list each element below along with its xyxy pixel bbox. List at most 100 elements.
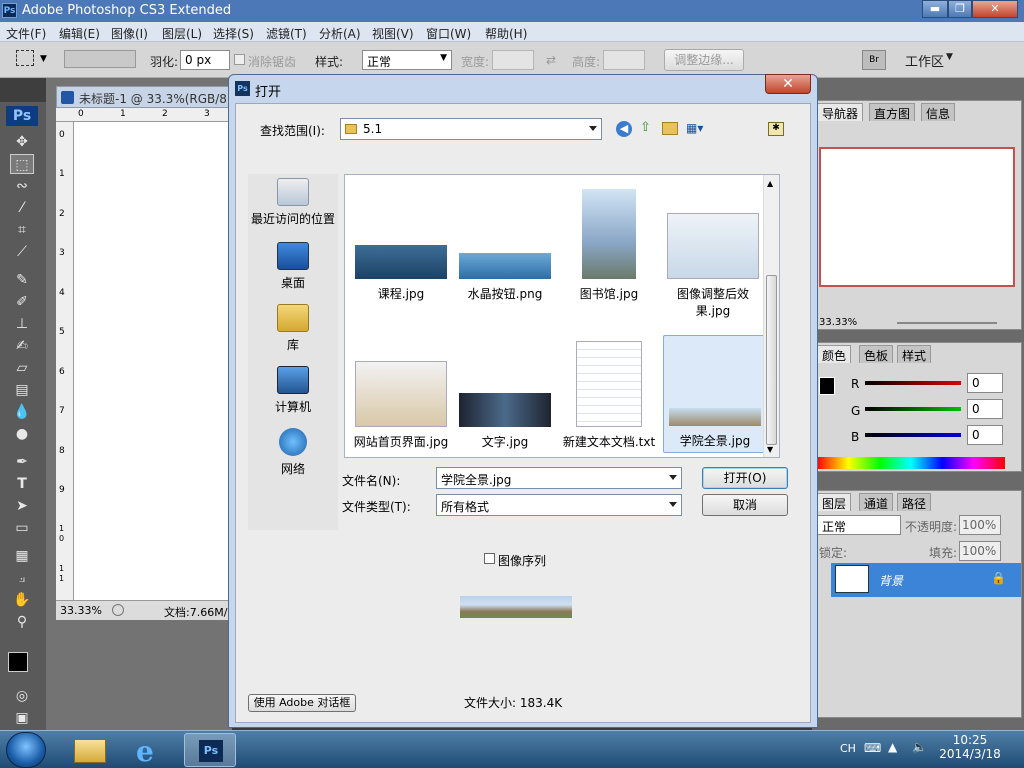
place-desktop[interactable]: 桌面	[248, 242, 338, 291]
blend-mode-select[interactable]: 正常	[817, 515, 901, 535]
color-spectrum[interactable]	[817, 457, 1005, 469]
marquee-tool-icon[interactable]: ⬚	[10, 154, 34, 174]
image-sequence-checkbox[interactable]	[484, 553, 495, 564]
channel-g-input[interactable]: 0	[967, 399, 1003, 419]
close-button[interactable]: ✕	[972, 0, 1018, 18]
refine-edge-button[interactable]: 调整边缘...	[664, 49, 744, 71]
layer-row[interactable]: 背景 🔒	[831, 563, 1021, 597]
tab-color[interactable]: 颜色	[817, 345, 852, 363]
channel-b-input[interactable]: 0	[967, 425, 1003, 445]
tab-channels[interactable]: 通道	[859, 493, 894, 511]
language-indicator[interactable]: CH	[840, 742, 856, 755]
chevron-down-icon[interactable]: ▼	[40, 54, 47, 64]
scroll-down-icon[interactable]: ▼	[767, 445, 773, 454]
zoom-tool-icon[interactable]: ⚲	[10, 612, 34, 632]
file-item[interactable]: 课程.jpg	[349, 245, 453, 302]
navigator-zoom[interactable]: 33.33%	[819, 317, 857, 328]
tab-histogram[interactable]: 直方图	[869, 103, 916, 121]
menu-layer[interactable]: 图层(L)	[162, 25, 202, 42]
antialias-checkbox[interactable]	[234, 54, 245, 65]
channel-r-slider[interactable]	[865, 381, 961, 385]
explorer-taskbar-icon[interactable]	[64, 733, 116, 767]
status-menu-icon[interactable]	[112, 604, 124, 616]
stamp-tool-icon[interactable]: ⊥	[10, 314, 34, 334]
lasso-tool-icon[interactable]: ∾	[10, 176, 34, 196]
selection-mode-icons[interactable]	[64, 50, 136, 68]
pen-tool-icon[interactable]: ✒	[10, 452, 34, 472]
look-in-select[interactable]: 5.1	[340, 118, 602, 140]
style-select[interactable]: 正常 ▼	[362, 50, 452, 70]
file-item[interactable]: 图像调整后效果.jpg	[661, 213, 765, 319]
open-button[interactable]: 打开(O)	[702, 467, 788, 489]
bridge-icon[interactable]: Br	[862, 50, 886, 70]
tab-paths[interactable]: 路径	[897, 493, 932, 511]
menu-analysis[interactable]: 分析(A)	[319, 25, 361, 42]
menu-image[interactable]: 图像(I)	[111, 25, 148, 42]
opacity-input[interactable]: 100%	[959, 515, 1001, 535]
workspace-button[interactable]: 工作区	[905, 51, 944, 70]
keyboard-icon[interactable]: ⌨	[864, 741, 881, 755]
clock[interactable]: 10:25 2014/3/18	[930, 733, 1010, 761]
crop-tool-icon[interactable]: ⌗	[10, 220, 34, 240]
tab-swatches[interactable]: 色板	[859, 345, 894, 363]
file-item[interactable]: 新建文本文档.txt	[557, 341, 661, 450]
tab-layers[interactable]: 图层	[817, 493, 852, 511]
filetype-select[interactable]: 所有格式	[436, 494, 682, 516]
tray-arrow-icon[interactable]: ▲	[888, 740, 897, 754]
tab-navigator[interactable]: 导航器	[817, 103, 864, 121]
restore-button[interactable]: ❐	[948, 0, 972, 18]
foreground-swatch[interactable]	[819, 377, 835, 395]
magic-wand-icon[interactable]: ⁄	[10, 198, 34, 218]
menu-select[interactable]: 选择(S)	[213, 25, 254, 42]
cancel-button[interactable]: 取消	[702, 494, 788, 516]
up-folder-icon[interactable]: ⇧	[640, 120, 656, 136]
dodge-tool-icon[interactable]: ●	[10, 424, 34, 444]
width-input[interactable]	[492, 50, 534, 70]
zoom-level[interactable]: 33.33%	[60, 604, 102, 617]
path-select-icon[interactable]: ➤	[10, 496, 34, 516]
place-recent[interactable]: 最近访问的位置	[248, 178, 338, 227]
file-item[interactable]: 图书馆.jpg	[557, 189, 661, 302]
channel-b-slider[interactable]	[865, 433, 961, 437]
history-brush-icon[interactable]: ✍	[10, 336, 34, 356]
channel-g-slider[interactable]	[865, 407, 961, 411]
start-button[interactable]	[6, 732, 46, 768]
height-input[interactable]	[603, 50, 645, 70]
place-computer[interactable]: 计算机	[248, 366, 338, 415]
menu-help[interactable]: 帮助(H)	[485, 25, 527, 42]
fill-input[interactable]: 100%	[959, 541, 1001, 561]
shape-tool-icon[interactable]: ▭	[10, 518, 34, 538]
adobe-dialog-button[interactable]: 使用 Adobe 对话框	[248, 694, 356, 712]
swap-icon[interactable]: ⇄	[546, 53, 556, 67]
menu-edit[interactable]: 编辑(E)	[59, 25, 100, 42]
menu-window[interactable]: 窗口(W)	[426, 25, 471, 42]
menu-filter[interactable]: 滤镜(T)	[266, 25, 307, 42]
quick-mask-icon[interactable]: ◎	[10, 686, 34, 706]
channel-r-input[interactable]: 0	[967, 373, 1003, 393]
notes-tool-icon[interactable]: ▦	[10, 546, 34, 566]
file-item[interactable]: 网站首页界面.jpg	[349, 361, 453, 450]
back-icon[interactable]: ◀	[616, 121, 632, 137]
eraser-tool-icon[interactable]: ▱	[10, 358, 34, 378]
healing-brush-icon[interactable]: ✎	[10, 270, 34, 290]
type-tool-icon[interactable]: T	[10, 474, 34, 494]
favorites-icon[interactable]: ✱	[768, 122, 784, 136]
gradient-tool-icon[interactable]: ▤	[10, 380, 34, 400]
navigator-preview[interactable]	[819, 147, 1015, 287]
volume-icon[interactable]: 🔈	[912, 740, 927, 754]
hand-tool-icon[interactable]: ✋	[10, 590, 34, 610]
canvas[interactable]	[74, 122, 236, 602]
ie-taskbar-icon[interactable]: e	[124, 733, 176, 768]
place-libraries[interactable]: 库	[248, 304, 338, 353]
scroll-up-icon[interactable]: ▲	[767, 179, 773, 188]
minimize-button[interactable]: ▬	[922, 0, 948, 18]
feather-input[interactable]: 0 px	[180, 50, 230, 70]
blur-tool-icon[interactable]: 💧	[10, 402, 34, 422]
file-item[interactable]: 文字.jpg	[453, 393, 557, 450]
move-tool-icon[interactable]: ✥	[10, 132, 34, 152]
navigator-zoom-slider[interactable]	[897, 322, 997, 324]
menu-view[interactable]: 视图(V)	[372, 25, 414, 42]
filename-input[interactable]: 学院全景.jpg	[436, 467, 682, 489]
slice-tool-icon[interactable]: ⟋	[10, 242, 34, 262]
screen-mode-icon[interactable]: ▣	[10, 708, 34, 728]
